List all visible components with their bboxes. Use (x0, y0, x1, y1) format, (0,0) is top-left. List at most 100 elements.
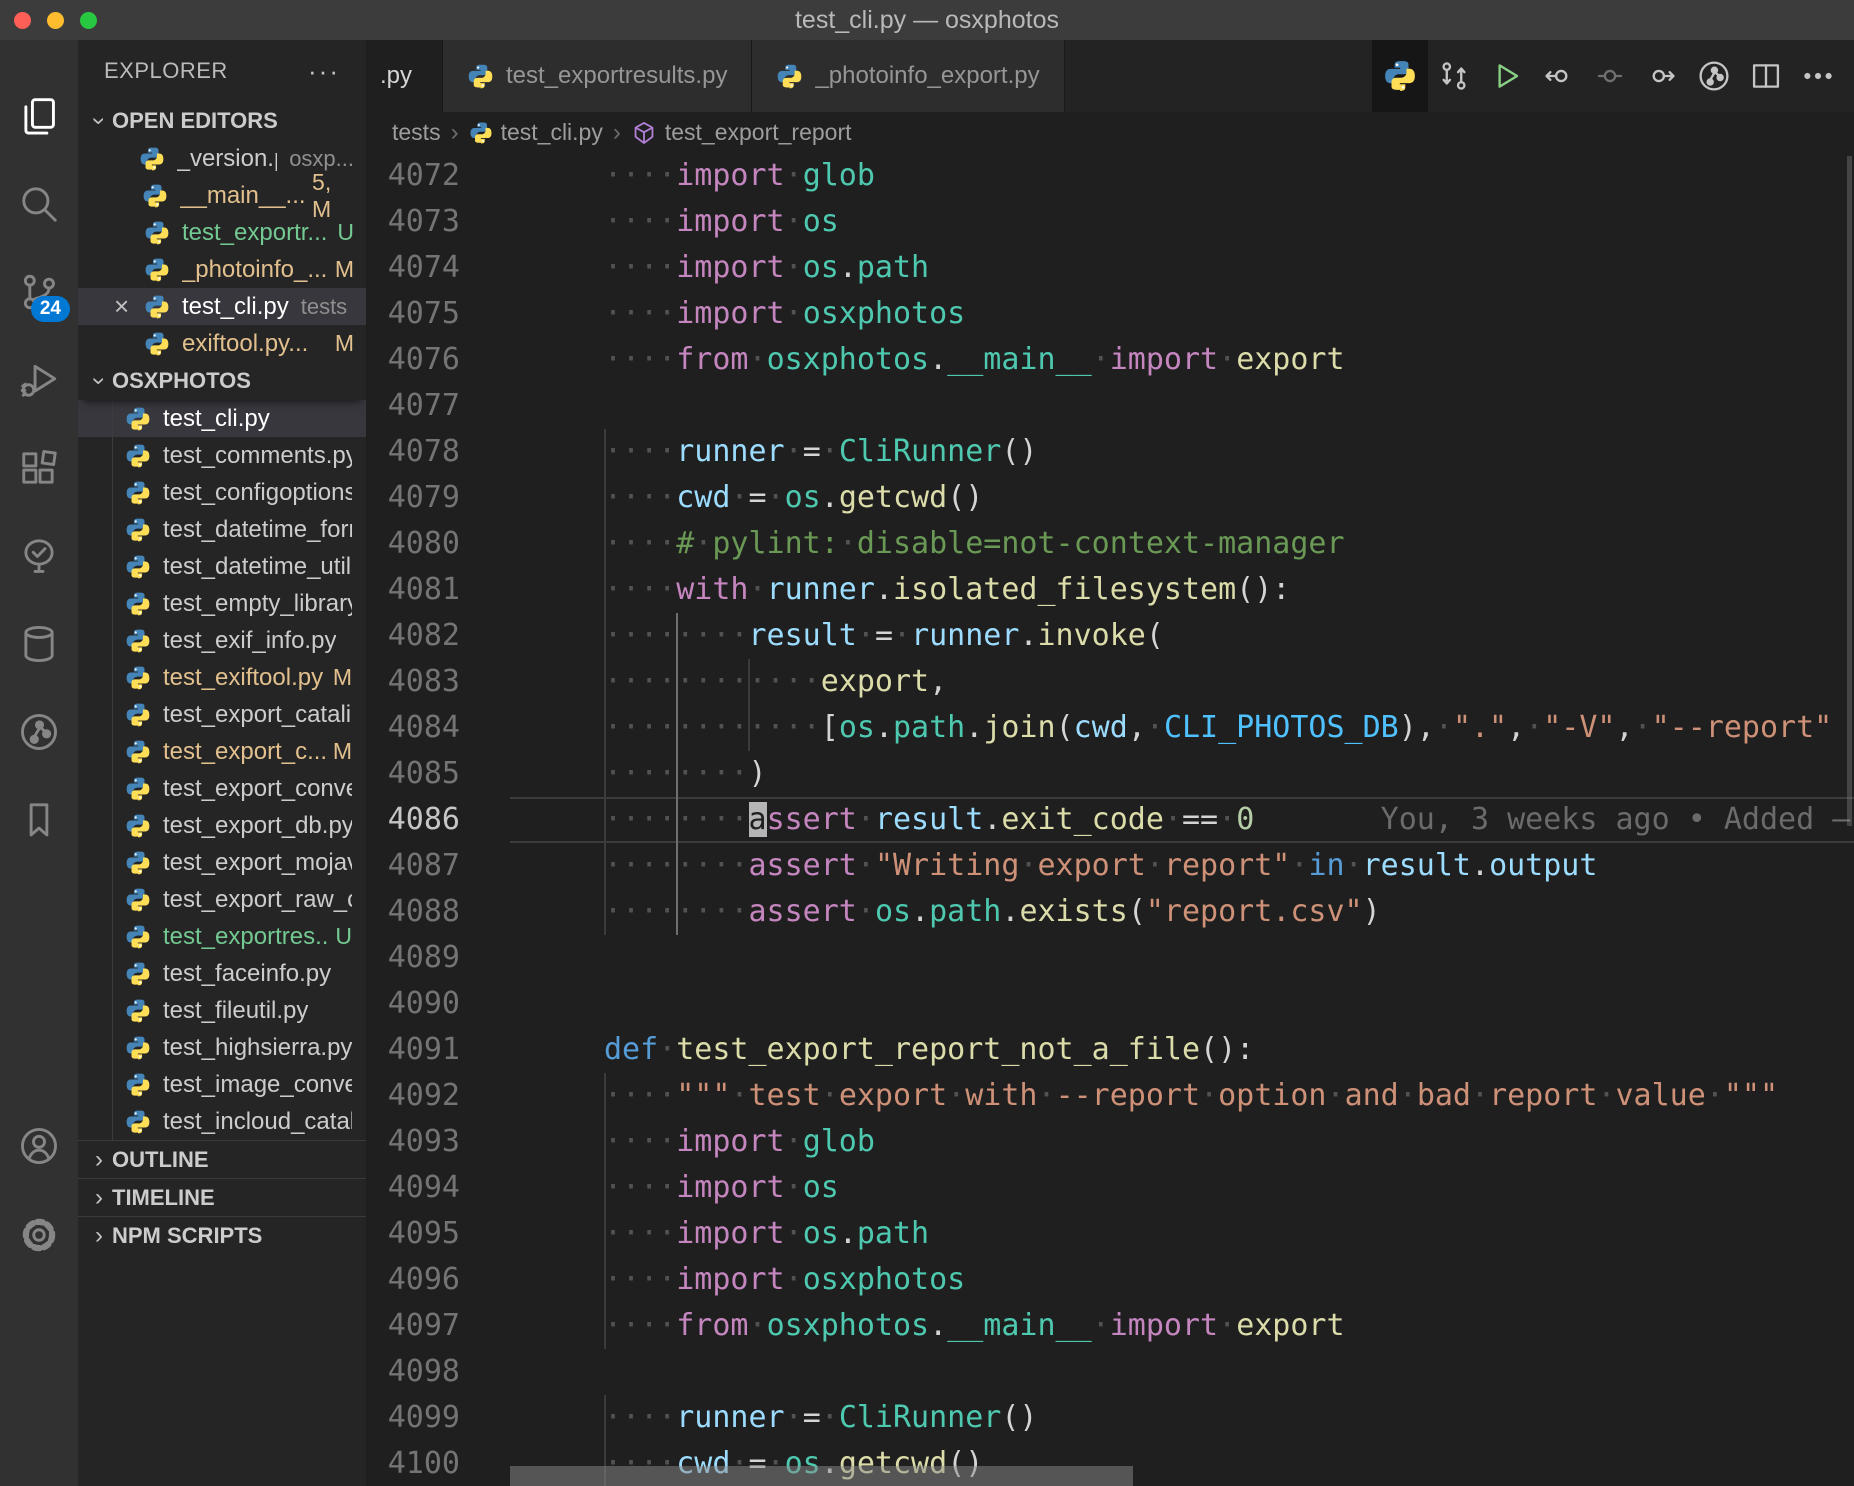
tree-item[interactable]: test_export_catalin... (78, 696, 366, 733)
tree-item[interactable]: test_faceinfo.py (78, 955, 366, 992)
code-content[interactable]: ····import·os.path (604, 1211, 1854, 1257)
line-number[interactable]: 4081 (366, 567, 604, 613)
gitlens-graph-icon[interactable] (1688, 40, 1740, 112)
code-line[interactable]: 4075····import·osxphotos (366, 291, 1854, 337)
breadcrumb-item[interactable]: test_export_report (631, 119, 852, 146)
line-number[interactable]: 4079 (366, 475, 604, 521)
code-line[interactable]: 4088········assert·os.path.exists("repor… (366, 889, 1854, 935)
line-number[interactable]: 4090 (366, 981, 604, 1027)
code-line[interactable]: 4097····from·osxphotos.__main__·import·e… (366, 1303, 1854, 1349)
tree-item[interactable]: test_empty_library_... (78, 585, 366, 622)
code-line[interactable]: 4094····import·os (366, 1165, 1854, 1211)
tree-item[interactable]: test_export_raw_ca... (78, 881, 366, 918)
code-line[interactable]: 4084············[os.path.join(cwd,·CLI_P… (366, 705, 1854, 751)
code-line[interactable]: 4085········) (366, 751, 1854, 797)
code-line[interactable]: 4078····runner·=·CliRunner() (366, 429, 1854, 475)
code-line[interactable]: 4089 (366, 935, 1854, 981)
code-line[interactable]: 4080····#·pylint:·disable=not-context-ma… (366, 521, 1854, 567)
line-number[interactable]: 4082 (366, 613, 604, 659)
code-content[interactable]: ····import·os.path (604, 245, 1854, 291)
activity-bookmarks-icon[interactable] (0, 776, 78, 864)
code-line[interactable]: 4099····runner·=·CliRunner() (366, 1395, 1854, 1441)
line-number[interactable]: 4094 (366, 1165, 604, 1211)
code-content[interactable]: ····cwd·=·os.getcwd() (604, 475, 1854, 521)
code-content[interactable]: ····with·runner.isolated_filesystem(): (604, 567, 1854, 613)
activity-source-control-icon[interactable]: 24 (0, 248, 78, 336)
code-content[interactable]: ········) (604, 751, 1854, 797)
tree-item[interactable]: test_export_conver... (78, 770, 366, 807)
code-line[interactable]: 4090 (366, 981, 1854, 1027)
line-number[interactable]: 4074 (366, 245, 604, 291)
code-line[interactable]: 4086········assert·result.exit_code·==·0… (366, 797, 1854, 843)
python-environment-icon[interactable] (1372, 40, 1428, 112)
tree-item[interactable]: test_comments.py (78, 437, 366, 474)
code-line[interactable]: 4098 (366, 1349, 1854, 1395)
previous-change-icon[interactable] (1532, 40, 1584, 112)
code-content[interactable]: ········assert·os.path.exists("report.cs… (604, 889, 1854, 935)
line-number[interactable]: 4075 (366, 291, 604, 337)
code-content[interactable]: ····runner·=·CliRunner() (604, 1395, 1854, 1441)
activity-run-and-debug-icon[interactable] (0, 336, 78, 424)
activity-settings-icon[interactable] (0, 1191, 78, 1279)
line-number[interactable]: 4098 (366, 1349, 604, 1395)
code-content[interactable]: ····import·glob (604, 153, 1854, 199)
line-number[interactable]: 4097 (366, 1303, 604, 1349)
tree-item[interactable]: test_datetime_utils.... (78, 548, 366, 585)
code-content[interactable]: ····import·os (604, 199, 1854, 245)
tree-item[interactable]: test_exiftool.pyM (78, 659, 366, 696)
line-number[interactable]: 4093 (366, 1119, 604, 1165)
section-npm-scripts[interactable]: ›NPM SCRIPTS (78, 1216, 366, 1254)
open-editor-item[interactable]: ×__main__....5, M (78, 177, 366, 214)
code-content[interactable] (604, 935, 1854, 981)
line-number[interactable]: 4092 (366, 1073, 604, 1119)
code-content[interactable]: ············export, (604, 659, 1854, 705)
tree-item[interactable]: test_configoptions.... (78, 474, 366, 511)
code-line[interactable]: 4073····import·os (366, 199, 1854, 245)
open-editors-section[interactable]: › OPEN EDITORS (78, 102, 366, 140)
activity-search-icon[interactable] (0, 160, 78, 248)
line-number[interactable]: 4099 (366, 1395, 604, 1441)
activity-extensions-icon[interactable] (0, 424, 78, 512)
line-number[interactable]: 4072 (366, 153, 604, 199)
line-number[interactable]: 4091 (366, 1027, 604, 1073)
code-content[interactable]: ····from·osxphotos.__main__·import·expor… (604, 337, 1854, 383)
code-line[interactable]: 4096····import·osxphotos (366, 1257, 1854, 1303)
line-number[interactable]: 4073 (366, 199, 604, 245)
editor-tab[interactable]: test_exportresults.py (443, 40, 752, 112)
code-line[interactable]: 4079····cwd·=·os.getcwd() (366, 475, 1854, 521)
section-outline[interactable]: ›OUTLINE (78, 1140, 366, 1178)
line-number[interactable]: 4077 (366, 383, 604, 429)
activity-accounts-icon[interactable] (0, 1102, 78, 1190)
line-number[interactable]: 4083 (366, 659, 604, 705)
editor-tab[interactable]: _photoinfo_export.py (752, 40, 1064, 112)
line-number[interactable]: 4095 (366, 1211, 604, 1257)
code-line[interactable]: 4077 (366, 383, 1854, 429)
code-content[interactable]: ····import·os (604, 1165, 1854, 1211)
line-number[interactable]: 4086 (366, 797, 604, 843)
open-editor-item[interactable]: ×test_cli.pytests (78, 288, 366, 325)
code-content[interactable] (604, 981, 1854, 1027)
line-number[interactable]: 4084 (366, 705, 604, 751)
section-timeline[interactable]: ›TIMELINE (78, 1178, 366, 1216)
zoom-button[interactable] (80, 12, 97, 29)
activity-gitlens-icon[interactable] (0, 688, 78, 776)
activity-todo-tree-icon[interactable] (0, 512, 78, 600)
tree-item[interactable]: test_export_c...M (78, 733, 366, 770)
line-number[interactable]: 4087 (366, 843, 604, 889)
code-line[interactable]: 4091def·test_export_report_not_a_file(): (366, 1027, 1854, 1073)
run-file-icon[interactable] (1480, 40, 1532, 112)
code-line[interactable]: 4087········assert·"Writing·export·repor… (366, 843, 1854, 889)
vertical-scrollbar[interactable] (1847, 156, 1852, 826)
tree-item[interactable]: test_incloud_catali... (78, 1103, 366, 1140)
close-icon[interactable]: × (114, 291, 144, 322)
tree-item[interactable]: test_fileutil.py (78, 992, 366, 1029)
code-content[interactable]: ····import·osxphotos (604, 291, 1854, 337)
current-change-icon[interactable] (1584, 40, 1636, 112)
code-content[interactable]: ············[os.path.join(cwd,·CLI_PHOTO… (604, 705, 1854, 751)
activity-explorer-icon[interactable] (0, 72, 78, 160)
tree-item[interactable]: test_export_db.py (78, 807, 366, 844)
code-line[interactable]: 4092····"""·test·export·with·--report·op… (366, 1073, 1854, 1119)
code-line[interactable]: 4083············export, (366, 659, 1854, 705)
line-number[interactable]: 4080 (366, 521, 604, 567)
open-editor-item[interactable]: ×test_exportr...U (78, 214, 366, 251)
